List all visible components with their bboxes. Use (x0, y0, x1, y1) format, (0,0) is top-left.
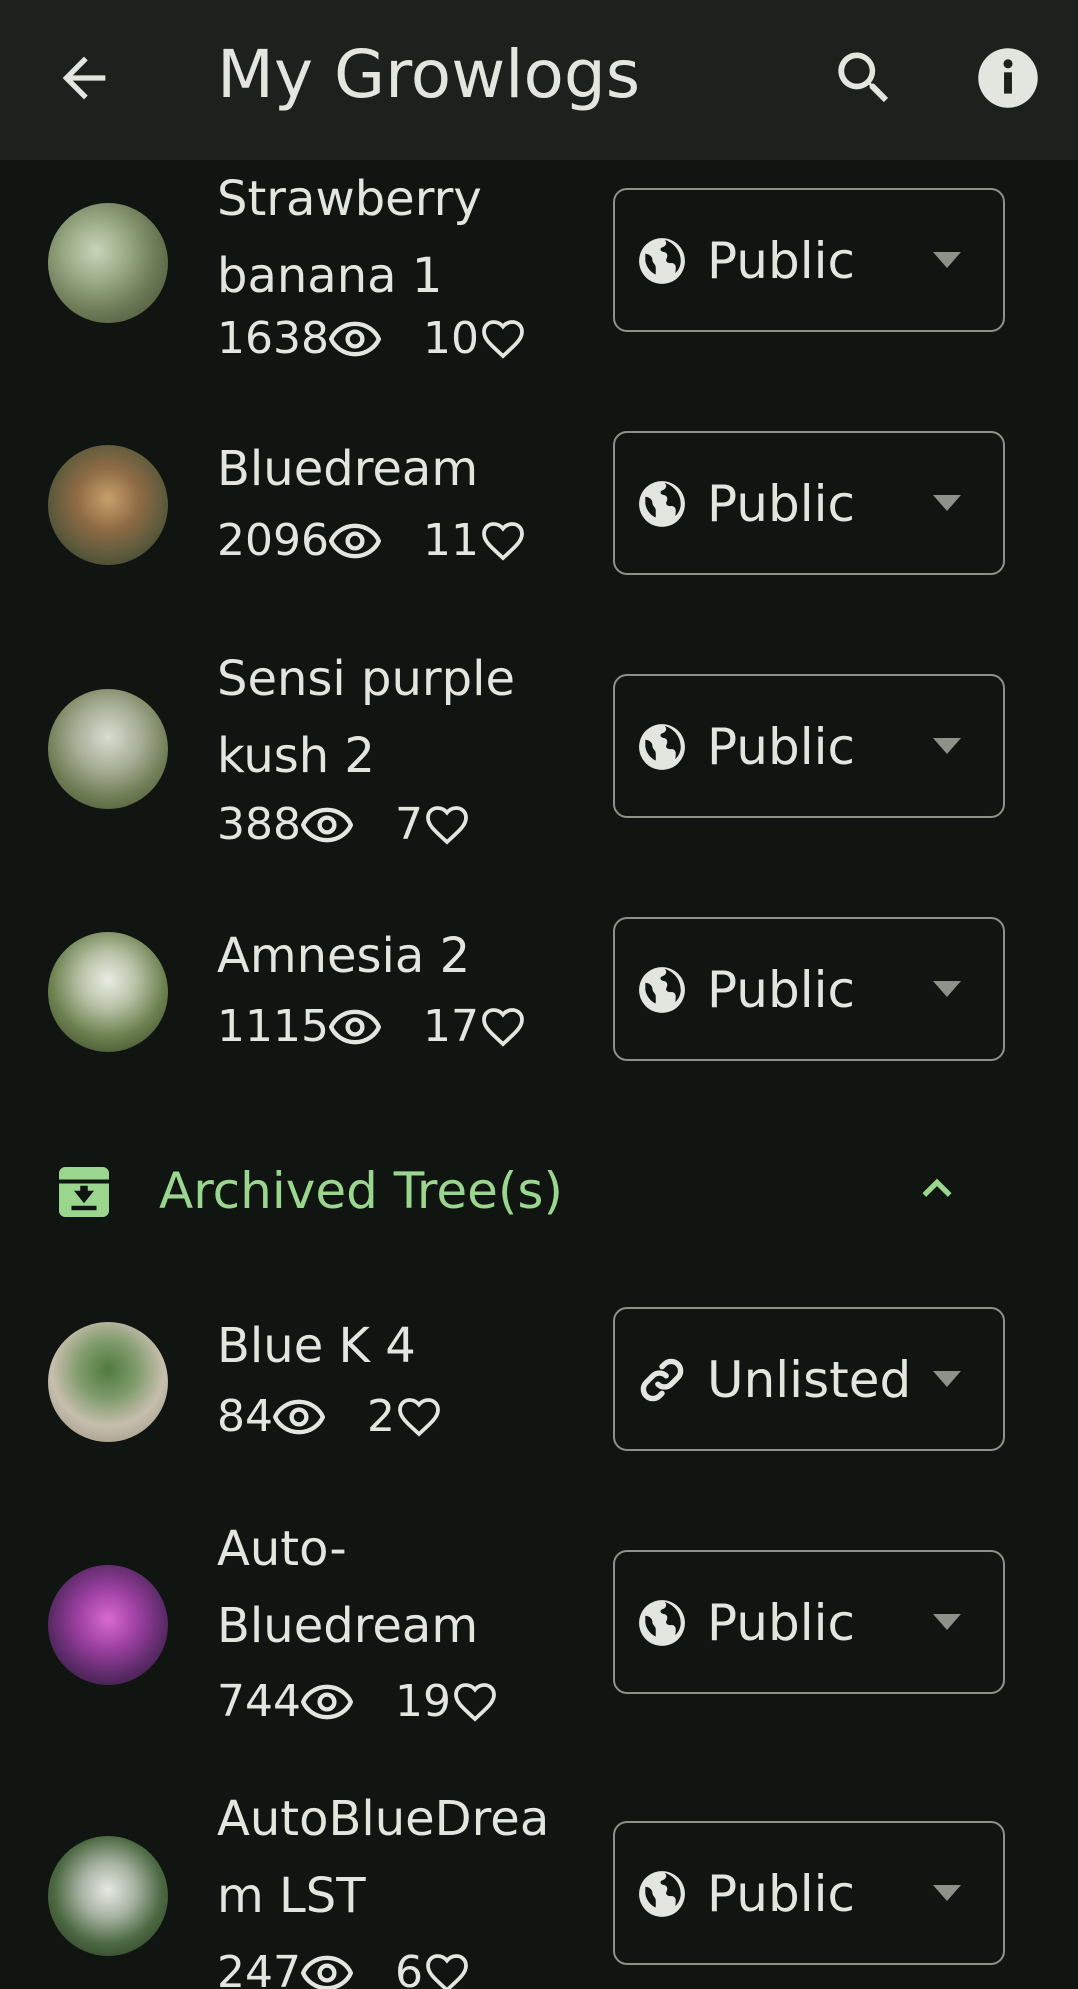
link-icon (637, 1355, 687, 1405)
log-stats: 247 6 (217, 1943, 471, 1989)
like-count: 7 (394, 799, 423, 850)
like-count: 6 (394, 1947, 423, 1989)
avatar (48, 689, 168, 809)
log-name-line2: banana 1 (217, 248, 443, 304)
visibility-dropdown[interactable]: Public (613, 188, 1005, 332)
archived-section-header[interactable]: Archived Tree(s) (0, 1140, 1078, 1240)
avatar (48, 1322, 168, 1442)
caret-down-icon (933, 495, 961, 511)
search-icon[interactable] (830, 44, 898, 112)
avatar (48, 932, 168, 1052)
like-count: 19 (394, 1676, 451, 1727)
visibility-dropdown[interactable]: Public (613, 1821, 1005, 1965)
log-stats: 388 7 (217, 795, 471, 855)
heart-icon (479, 517, 527, 565)
eye-icon (329, 515, 381, 567)
log-name: Bluedream (217, 441, 479, 497)
globe-icon (637, 722, 687, 772)
eye-icon (329, 1001, 381, 1053)
caret-down-icon (933, 1614, 961, 1630)
list-item[interactable]: Blue K 4 84 2 Unlisted (0, 1270, 1078, 1510)
like-count: 17 (422, 1001, 479, 1052)
list-item[interactable]: Strawberry banana 1 1638 10 Public (0, 160, 1078, 400)
globe-icon (637, 965, 687, 1015)
log-stats: 2096 11 (217, 511, 527, 571)
log-name: AutoBlueDrea (217, 1791, 550, 1847)
eye-icon (301, 1947, 353, 1989)
globe-icon (637, 236, 687, 286)
view-count: 247 (217, 1947, 301, 1989)
eye-icon (329, 313, 381, 365)
caret-down-icon (933, 738, 961, 754)
app-bar: My Growlogs (0, 0, 1078, 160)
view-count: 2096 (217, 515, 329, 566)
caret-down-icon (933, 1885, 961, 1901)
like-count: 11 (422, 515, 479, 566)
list-item[interactable]: Auto- Bluedream 744 19 Public (0, 1510, 1078, 1750)
eye-icon (301, 799, 353, 851)
list-item[interactable]: AutoBlueDrea m LST 247 6 Public (0, 1780, 1078, 1989)
log-name: Strawberry (217, 171, 482, 227)
chevron-up-icon[interactable] (912, 1164, 962, 1214)
log-stats: 1638 10 (217, 309, 527, 369)
caret-down-icon (933, 252, 961, 268)
view-count: 1115 (217, 1001, 329, 1052)
globe-icon (637, 1598, 687, 1648)
like-count: 10 (422, 313, 479, 364)
visibility-value: Unlisted (707, 1351, 912, 1409)
view-count: 1638 (217, 313, 329, 364)
heart-icon (423, 801, 471, 849)
visibility-dropdown[interactable]: Public (613, 1550, 1005, 1694)
visibility-value: Public (707, 718, 855, 776)
log-name-line2: kush 2 (217, 728, 375, 784)
heart-icon (395, 1393, 443, 1441)
visibility-value: Public (707, 475, 855, 533)
view-count: 388 (217, 799, 301, 850)
archived-section-label: Archived Tree(s) (159, 1162, 563, 1220)
visibility-dropdown[interactable]: Public (613, 917, 1005, 1061)
globe-icon (637, 1869, 687, 1919)
view-count: 744 (217, 1676, 301, 1727)
page-title: My Growlogs (217, 36, 641, 113)
log-name: Blue K 4 (217, 1318, 416, 1374)
info-icon[interactable] (974, 44, 1042, 112)
visibility-dropdown[interactable]: Unlisted (613, 1307, 1005, 1451)
view-count: 84 (217, 1391, 273, 1442)
heart-icon (479, 315, 527, 363)
like-count: 2 (367, 1391, 395, 1442)
log-name-line2: Bluedream (217, 1598, 479, 1654)
log-name-line2: m LST (217, 1868, 366, 1924)
archive-box-icon (59, 1167, 109, 1217)
visibility-value: Public (707, 232, 855, 290)
caret-down-icon (933, 981, 961, 997)
log-name: Auto- (217, 1521, 347, 1577)
log-stats: 84 2 (217, 1387, 443, 1447)
list-item[interactable]: Sensi purple kush 2 388 7 Public (0, 640, 1078, 880)
visibility-value: Public (707, 961, 855, 1019)
heart-icon (451, 1678, 499, 1726)
globe-icon (637, 479, 687, 529)
avatar (48, 203, 168, 323)
eye-icon (273, 1391, 325, 1443)
eye-icon (301, 1676, 353, 1728)
caret-down-icon (933, 1371, 961, 1387)
visibility-value: Public (707, 1865, 855, 1923)
heart-icon (479, 1003, 527, 1051)
arrow-left-icon[interactable] (52, 46, 116, 110)
avatar (48, 1836, 168, 1956)
visibility-dropdown[interactable]: Public (613, 674, 1005, 818)
visibility-value: Public (707, 1594, 855, 1652)
log-name: Amnesia 2 (217, 928, 471, 984)
list-item[interactable]: Amnesia 2 1115 17 Public (0, 880, 1078, 1120)
log-name: Sensi purple (217, 651, 515, 707)
log-stats: 744 19 (217, 1672, 499, 1732)
avatar (48, 1565, 168, 1685)
heart-icon (423, 1949, 471, 1989)
list-item[interactable]: Bluedream 2096 11 Public (0, 400, 1078, 640)
avatar (48, 445, 168, 565)
visibility-dropdown[interactable]: Public (613, 431, 1005, 575)
log-stats: 1115 17 (217, 997, 527, 1057)
